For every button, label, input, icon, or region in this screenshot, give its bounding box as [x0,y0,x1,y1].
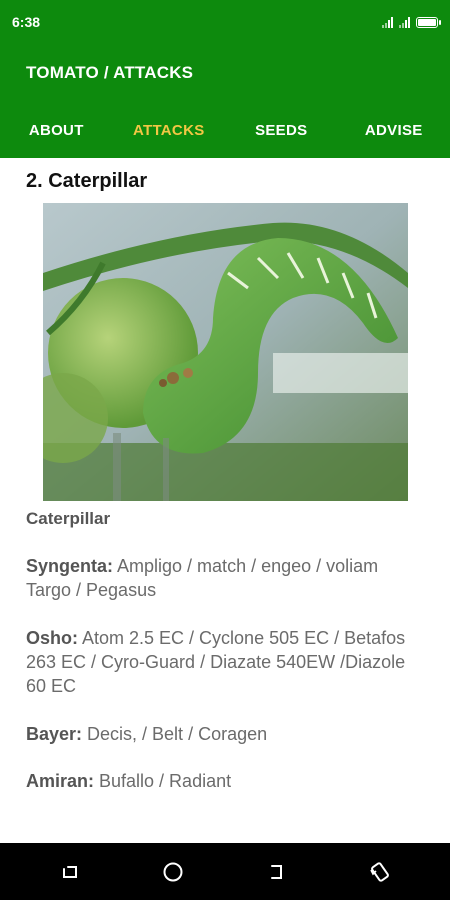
tab-attacks[interactable]: ATTACKS [113,102,226,158]
caterpillar-on-tomato-image [43,203,408,501]
signal-icon [382,16,393,28]
section-heading: 2. Caterpillar [26,170,148,192]
status-time: 6:38 [12,14,41,30]
brand-products: Atom 2.5 EC / Cyclone 505 EC / Betafos 2… [26,628,406,696]
signal-icon [399,16,410,28]
remedy-bayer: Bayer: Decis, / Belt / Coragen [26,722,416,746]
remedy-amiran: Amiran: Bufallo / Radiant [26,769,416,793]
tab-seeds[interactable]: SEEDS [225,102,338,158]
home-icon[interactable] [153,852,193,892]
remedy-syngenta: Syngenta: Ampligo / match / engeo / voli… [26,554,416,602]
status-icons [382,16,441,28]
system-nav-bar [0,843,450,900]
brand-name: Amiran: [26,771,95,791]
brand-name: Bayer: [26,724,83,744]
battery-icon [416,16,441,28]
content-area[interactable]: 2. Caterpillar Caterpillar Syngenta: Amp… [0,158,450,843]
tab-advise[interactable]: ADVISE [338,102,450,158]
brand-name: Osho: [26,628,78,648]
back-icon[interactable] [257,852,297,892]
tab-bar: ABOUT ATTACKS SEEDS ADVISE [0,102,450,158]
recent-apps-icon[interactable] [50,852,90,892]
brand-products: Bufallo / Radiant [94,771,232,791]
image-caption: Caterpillar [26,509,111,528]
remedy-osho: Osho: Atom 2.5 EC / Cyclone 505 EC / Bet… [26,626,416,698]
caterpillar-photo [43,203,408,501]
app-bar: TOMATO / ATTACKS [0,44,450,102]
brand-products: Decis, / Belt / Coragen [82,724,268,744]
page-title: TOMATO / ATTACKS [26,63,194,82]
brand-name: Syngenta: [26,556,114,576]
tab-about[interactable]: ABOUT [0,102,113,158]
rotate-icon[interactable] [360,852,400,892]
status-bar: 6:38 [0,0,450,44]
